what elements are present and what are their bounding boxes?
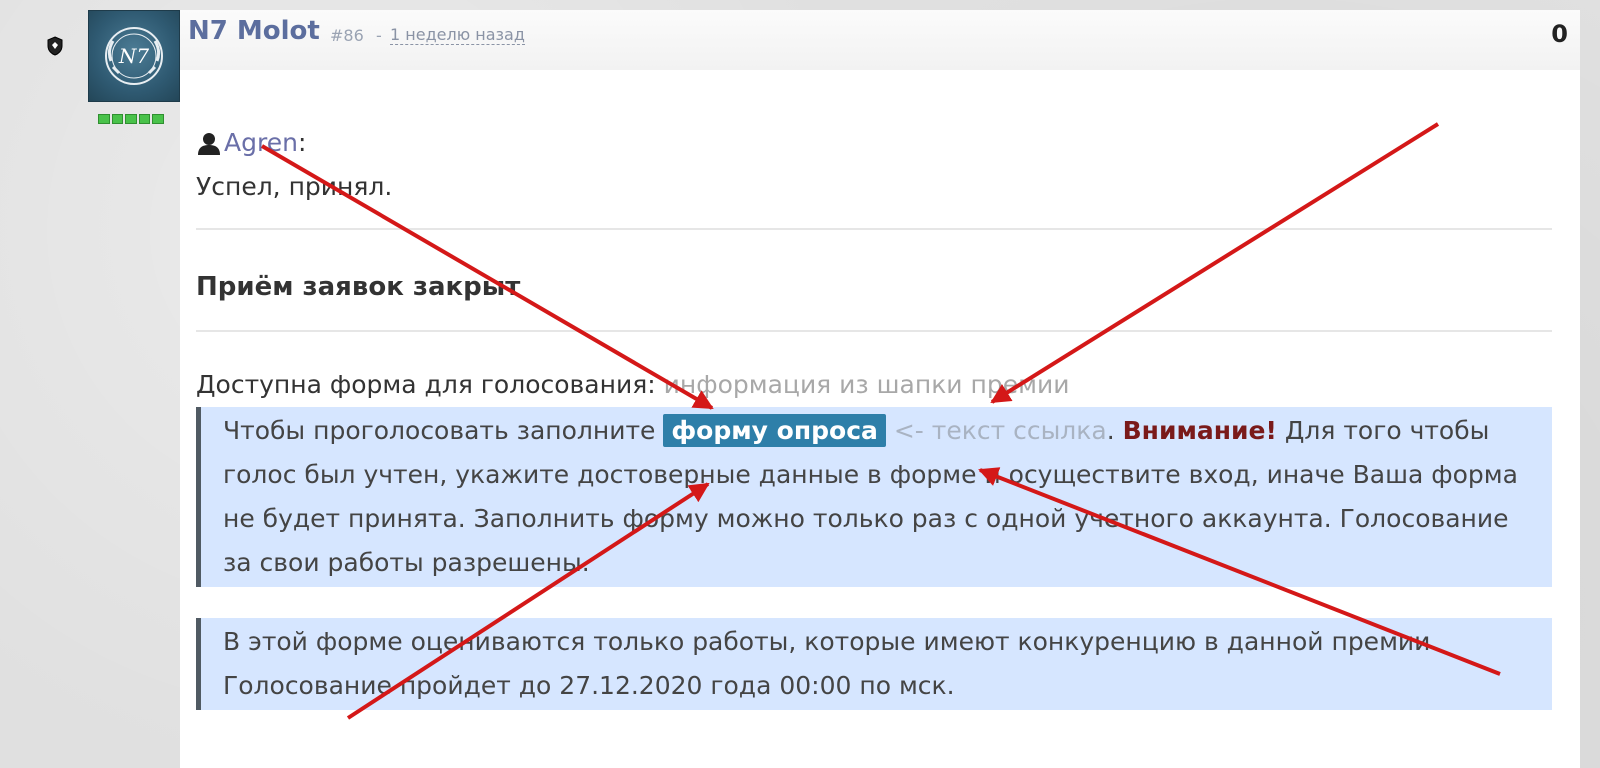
quote-text: Успел, принял.	[196, 172, 393, 201]
post-score: 0	[1551, 20, 1568, 48]
rank-bar	[98, 114, 164, 124]
divider	[196, 228, 1552, 230]
avatar[interactable]: N7	[88, 10, 180, 102]
link-hint: <- текст ссылка	[893, 416, 1107, 445]
svg-text:N7: N7	[118, 44, 150, 68]
forum-post: N7 N7 Molot #86 - 1 неделю назад 0 Agren…	[0, 0, 1600, 768]
vote-note: информация из шапки премии	[663, 370, 1070, 399]
shield-icon[interactable]	[46, 36, 64, 56]
voting-deadline-block: В этой форме оцениваются только работы, …	[196, 618, 1552, 710]
avatar-emblem-icon: N7	[105, 27, 163, 85]
divider	[196, 330, 1552, 332]
post-author[interactable]: N7 Molot	[188, 16, 320, 46]
rank-segment	[138, 114, 151, 124]
survey-form-link[interactable]: форму опроса	[663, 414, 886, 447]
rank-segment	[98, 114, 110, 124]
rank-segment	[111, 114, 124, 124]
rank-segment	[152, 114, 164, 124]
block1-before-link: Чтобы проголосовать заполните	[223, 416, 656, 445]
quote-colon: :	[297, 128, 307, 157]
content-heading: Приём заявок закрыт	[196, 272, 521, 302]
post-card: N7 Molot #86 - 1 неделю назад 0 Agren: У…	[180, 10, 1580, 768]
post-separator: -	[376, 26, 382, 45]
warning-label: Внимание!	[1122, 416, 1277, 445]
vote-label: Доступна форма для голосования:	[196, 370, 656, 399]
post-number[interactable]: #86	[330, 26, 364, 45]
block2-text: В этой форме оцениваются только работы, …	[223, 627, 1439, 700]
quote-header: Agren:	[196, 128, 306, 157]
rank-segment	[125, 114, 137, 124]
block1-dot: .	[1106, 416, 1115, 445]
vote-label-line: Доступна форма для голосования: информац…	[196, 370, 1069, 399]
post-time[interactable]: 1 неделю назад	[390, 26, 525, 45]
quote-author[interactable]: Agren	[224, 128, 298, 157]
voting-info-block: Чтобы проголосовать заполните форму опро…	[196, 407, 1552, 587]
post-header: N7 Molot #86 - 1 неделю назад 0	[180, 10, 1580, 70]
user-icon	[198, 132, 220, 155]
